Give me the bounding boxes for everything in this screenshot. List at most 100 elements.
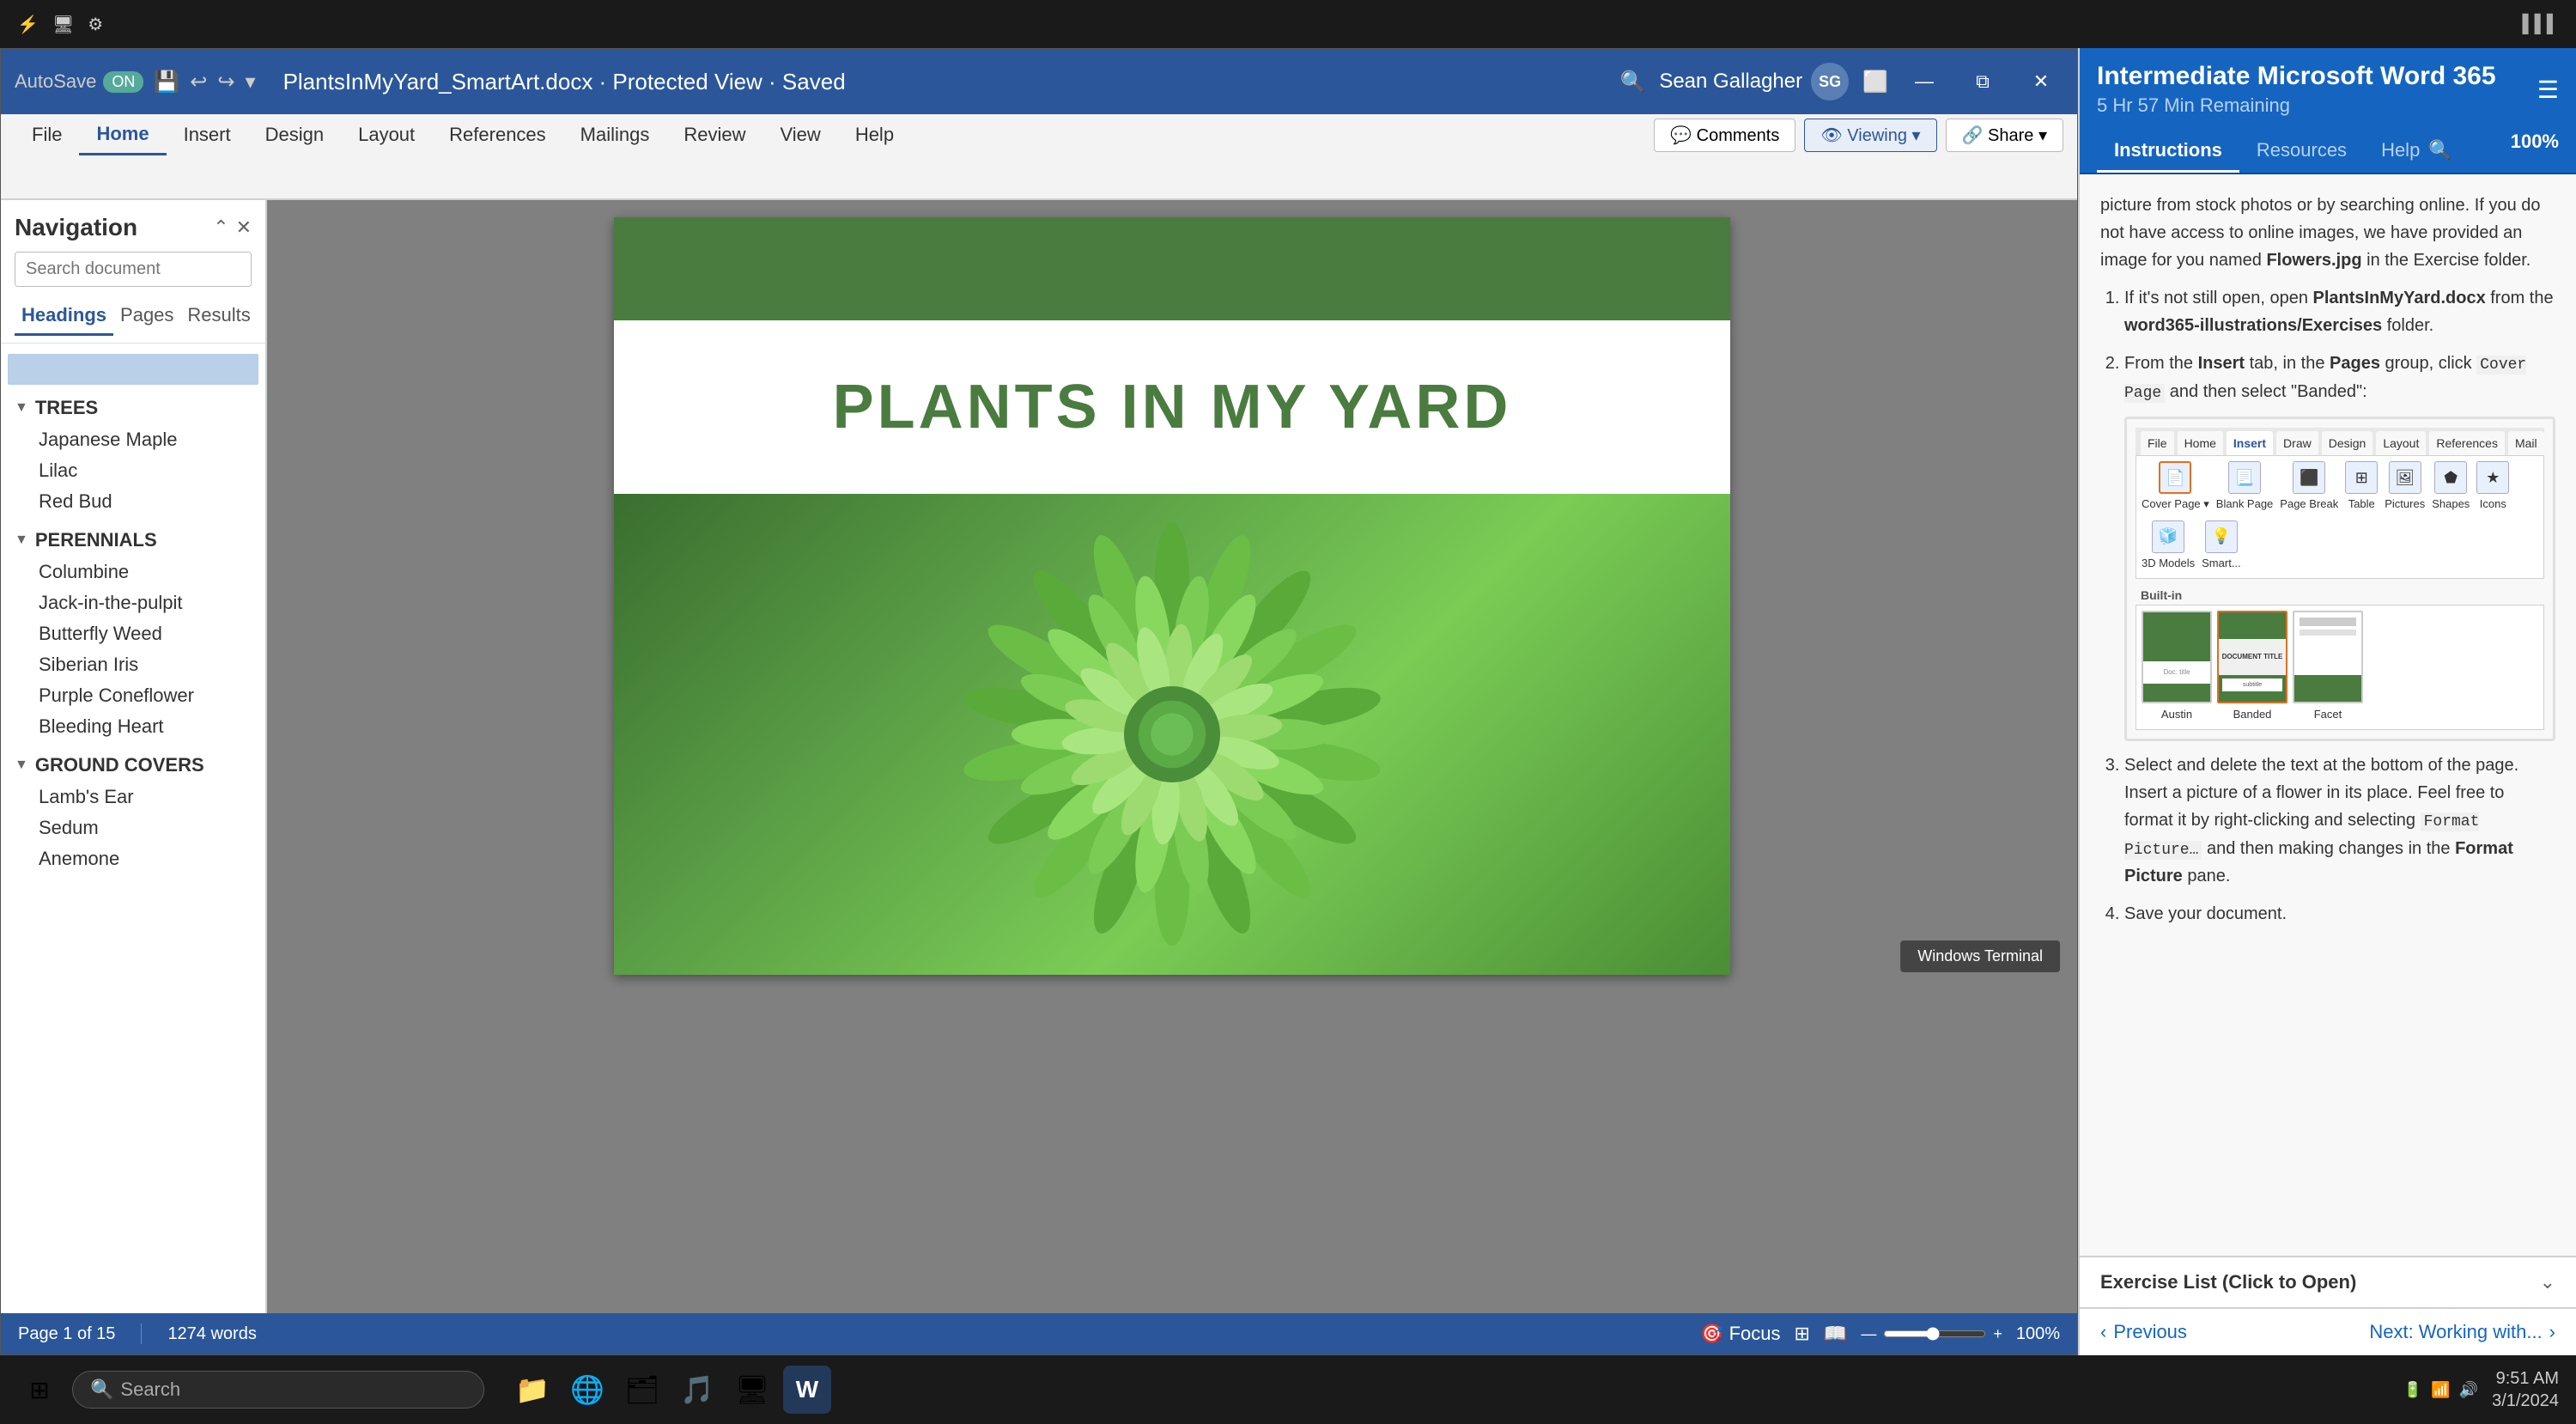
taskbar-search-icon: 🔍 [90, 1378, 113, 1401]
cover-page-btn-group: 📄 Cover Page ▾ [2142, 461, 2209, 514]
thumb-facet-top [2294, 612, 2361, 675]
zoom-slider[interactable] [1883, 1327, 1986, 1341]
right-panel-tab-instructions[interactable]: Instructions [2097, 131, 2239, 173]
nav-tab-pages[interactable]: Pages [113, 297, 180, 336]
word-icon: W [796, 1376, 818, 1403]
tab-mailings[interactable]: Mailings [563, 114, 667, 155]
nav-item-red-bud[interactable]: Red Bud [1, 486, 265, 517]
right-panel-tab-resources[interactable]: Resources [2239, 131, 2364, 173]
taskbar-app-files[interactable]: 🗂 [618, 1366, 666, 1414]
zoom-percent: 100% [2511, 131, 2559, 173]
date-display: 3/1/2024 [2492, 1390, 2559, 1412]
tab-view[interactable]: View [763, 114, 838, 155]
tab-layout[interactable]: Layout [341, 114, 432, 155]
thumb-facet [2293, 611, 2363, 703]
tab-file[interactable]: File [15, 114, 79, 155]
browser-icon: 🌐 [570, 1373, 605, 1406]
zoom-in-icon[interactable]: + [1993, 1325, 2002, 1343]
nav-item-sedum[interactable]: Sedum [1, 812, 265, 843]
search-icon[interactable]: 🔍 [1619, 70, 1645, 94]
lightning-icon[interactable]: ⚡ [17, 14, 39, 35]
taskbar-app-explorer[interactable]: 📁 [508, 1366, 556, 1414]
minimize-button[interactable]: — [1902, 59, 1947, 104]
smart-btn-group: 💡 Smart... [2202, 520, 2241, 573]
nav-title: Navigation [15, 214, 137, 241]
presenter-icon[interactable]: ⬜ [1862, 70, 1888, 94]
nav-item-anemone[interactable]: Anemone [1, 843, 265, 874]
nav-section-header-trees[interactable]: ▼ TREES [1, 392, 265, 424]
nav-item-purple-coneflower[interactable]: Purple Coneflower [1, 680, 265, 711]
hamburger-icon[interactable]: ☰ [2537, 76, 2559, 104]
nav-close-icon[interactable]: ✕ [236, 216, 252, 239]
nav-search-input[interactable] [15, 253, 252, 286]
tab-review[interactable]: Review [666, 114, 762, 155]
nav-item-columbine[interactable]: Columbine [1, 557, 265, 587]
taskbar-app-music[interactable]: 🎵 [673, 1366, 721, 1414]
nav-item-jack[interactable]: Jack-in-the-pulpit [1, 587, 265, 618]
status-separator-1 [141, 1324, 142, 1344]
prev-button[interactable]: ‹ Previous [2100, 1321, 2187, 1343]
save-icon[interactable]: 💾 [154, 70, 179, 94]
nav-section-header-perennials[interactable]: ▼ PERENNIALS [1, 524, 265, 557]
layout-icon[interactable]: ⊞ [1794, 1323, 1809, 1345]
share-button[interactable]: 🔗 Share ▾ [1946, 119, 2063, 152]
start-button[interactable]: ⊞ [17, 1367, 62, 1412]
taskbar-app-word[interactable]: W [783, 1366, 831, 1414]
doc-area: Navigation ⌃ ✕ 🔍 Headings Pages Results [1, 200, 2077, 1313]
customize-icon[interactable]: ▾ [246, 70, 256, 94]
mini-tab-file: File [2141, 431, 2174, 455]
comments-button[interactable]: 💬 Comments [1654, 119, 1795, 152]
tab-insert[interactable]: Insert [167, 114, 248, 155]
taskbar-app-terminal[interactable]: 🖥 [728, 1366, 776, 1414]
nav-item-bleeding-heart[interactable]: Bleeding Heart [1, 711, 265, 742]
redo-icon[interactable]: ↪ [217, 70, 234, 94]
right-panel-tab-help[interactable]: Help 🔍 [2364, 131, 2470, 173]
nav-item-lambs-ear[interactable]: Lamb's Ear [1, 782, 265, 812]
tab-help[interactable]: Help [838, 114, 911, 155]
tab-references[interactable]: References [432, 114, 563, 155]
restore-button[interactable]: ⧉ [1960, 59, 2005, 104]
tab-home[interactable]: Home [79, 114, 166, 155]
settings-icon[interactable]: ⚙ [88, 14, 103, 35]
tab-design[interactable]: Design [248, 114, 341, 155]
autosave-label: AutoSave [15, 70, 96, 93]
nav-collapse-icon[interactable]: ⌃ [213, 216, 228, 239]
avatar: SG [1811, 63, 1849, 100]
autosave-toggle[interactable]: ON [103, 71, 143, 93]
nav-tab-headings[interactable]: Headings [15, 297, 113, 336]
nav-item-butterfly-weed[interactable]: Butterfly Weed [1, 618, 265, 649]
focus-icon[interactable]: 🎯 Focus [1700, 1323, 1780, 1345]
plant-image [614, 494, 1730, 975]
close-button[interactable]: ✕ [2019, 59, 2063, 104]
exercise-list-header[interactable]: Exercise List (Click to Open) ⌄ [2080, 1256, 2576, 1307]
nav-item-siberian-iris[interactable]: Siberian Iris [1, 649, 265, 680]
nav-item-lilac[interactable]: Lilac [1, 455, 265, 486]
next-button[interactable]: Next: Working with... › [2369, 1321, 2555, 1343]
undo-icon[interactable]: ↩ [190, 70, 207, 94]
instruction-steps: If it's not still open, open PlantsInMyY… [2124, 284, 2555, 928]
viewing-button[interactable]: 👁 Viewing ▾ [1804, 119, 1936, 152]
nav-item-japanese-maple[interactable]: Japanese Maple [1, 424, 265, 455]
nav-tab-results[interactable]: Results [180, 297, 257, 336]
blank-page-label: Blank Page [2216, 496, 2274, 514]
flowers-jpg-bold: Flowers.jpg [2266, 251, 2361, 270]
taskbar-search-box[interactable]: 🔍 Search [72, 1371, 484, 1409]
monitor-icon[interactable]: 🖥 [52, 14, 74, 35]
intro-text: picture from stock photos or by searchin… [2100, 192, 2555, 274]
nav-search-box[interactable]: 🔍 [15, 252, 252, 287]
right-panel: Intermediate Microsoft Word 365 5 Hr 57 … [2078, 48, 2576, 1355]
pictures-icon: 🖼 [2389, 461, 2421, 494]
help-search-icon[interactable]: 🔍 [2428, 139, 2451, 161]
thumb-banded: DOCUMENT TITLE subtitle [2217, 611, 2287, 703]
nav-section-header-ground-covers[interactable]: ▼ GROUND COVERS [1, 749, 265, 782]
taskbar-right: 🔋 📶 🔊 9:51 AM 3/1/2024 [2403, 1367, 2559, 1412]
taskbar-app-browser[interactable]: 🌐 [563, 1366, 611, 1414]
zoom-out-icon[interactable]: — [1861, 1325, 1876, 1343]
right-panel-tabs: Instructions Resources Help 🔍 100% [2080, 131, 2576, 174]
taskbar-apps: 📁 🌐 🗂 🎵 🖥 W [508, 1366, 831, 1414]
thumb-banded-mid: DOCUMENT TITLE [2219, 639, 2286, 675]
reading-view-icon[interactable]: 📖 [1824, 1323, 1847, 1345]
navigation-panel: Navigation ⌃ ✕ 🔍 Headings Pages Results [1, 200, 267, 1313]
mini-tab-draw: Draw [2276, 431, 2318, 455]
right-panel-header-top: Intermediate Microsoft Word 365 5 Hr 57 … [2097, 62, 2559, 117]
